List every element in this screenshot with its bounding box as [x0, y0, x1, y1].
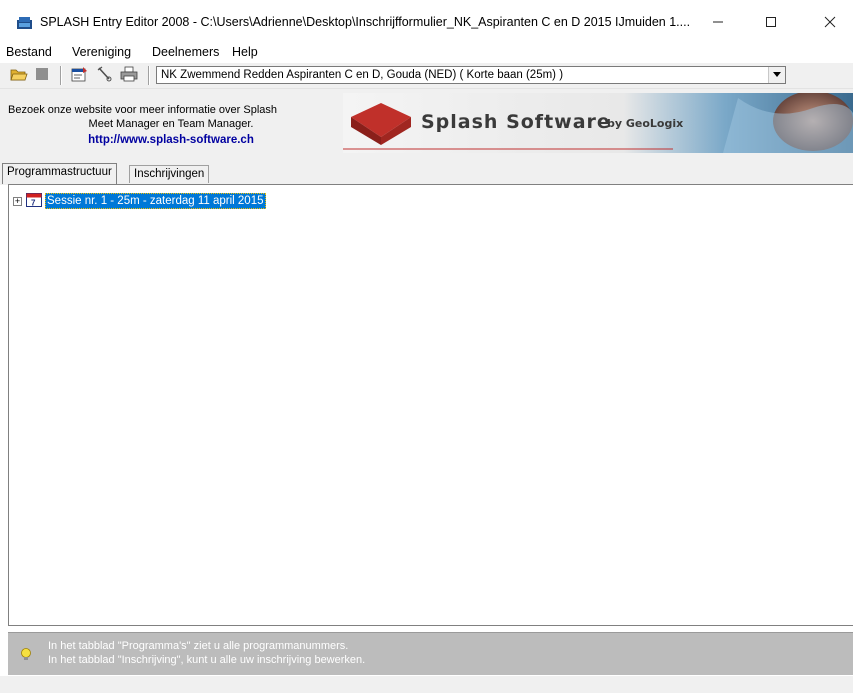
calendar-icon: 7: [26, 192, 42, 210]
tree-row-session[interactable]: + 7 Sessie nr. 1 - 25m - zaterdag 11 apr…: [13, 193, 266, 209]
tools-icon: [96, 66, 112, 85]
menu-deelnemers[interactable]: Deelnemers: [152, 45, 219, 59]
meet-select[interactable]: NK Zwemmend Redden Aspiranten C en D, Go…: [156, 66, 786, 84]
window-title: SPLASH Entry Editor 2008 - C:\Users\Adri…: [40, 15, 691, 29]
title-bar: SPLASH Entry Editor 2008 - C:\Users\Adri…: [0, 0, 853, 42]
svg-text:7: 7: [31, 199, 36, 208]
expand-icon[interactable]: +: [13, 196, 22, 206]
tab-programmastructuur[interactable]: Programmastructuur: [2, 163, 117, 184]
tab-inschrijvingen-label: Inschrijvingen: [134, 168, 205, 180]
promo-line-1: Bezoek onze website voor meer informatie…: [8, 104, 278, 116]
bottom-status-strip: [0, 676, 853, 693]
hint-line-1: In het tabblad "Programma's" ziet u alle…: [48, 640, 349, 652]
hint-line-2: In het tabblad "Inschrijving", kunt u al…: [48, 654, 366, 666]
minimize-icon: [712, 16, 724, 31]
website-link[interactable]: http://www.splash-software.ch: [6, 134, 336, 148]
open-folder-icon: [10, 67, 28, 84]
close-icon: [824, 16, 836, 31]
logo-title: Splash Software: [421, 111, 611, 133]
menu-bar: Bestand Vereniging Deelnemers Help: [0, 43, 853, 63]
menu-vereniging[interactable]: Vereniging: [72, 45, 131, 59]
lightbulb-icon: [20, 648, 32, 662]
maximize-icon: [765, 16, 777, 31]
properties-button[interactable]: [71, 67, 89, 84]
meet-select-dropdown[interactable]: [768, 67, 785, 83]
stop-icon: [35, 67, 49, 84]
logo-by: by GeoLogix: [607, 117, 684, 130]
chevron-down-icon: [773, 67, 781, 83]
splash-app-icon: [16, 16, 33, 30]
stop-button[interactable]: [33, 67, 51, 84]
menu-bestand[interactable]: Bestand: [6, 45, 52, 59]
hint-bar: In het tabblad "Programma's" ziet u alle…: [8, 632, 853, 675]
open-button[interactable]: [10, 67, 28, 84]
maximize-button[interactable]: [748, 8, 794, 38]
menu-help[interactable]: Help: [232, 45, 258, 59]
program-tree[interactable]: + 7 Sessie nr. 1 - 25m - zaterdag 11 apr…: [8, 184, 853, 626]
meet-select-value: NK Zwemmend Redden Aspiranten C en D, Go…: [161, 69, 564, 81]
session-label[interactable]: Sessie nr. 1 - 25m - zaterdag 11 april 2…: [45, 193, 266, 209]
tab-programmastructuur-label: Programmastructuur: [7, 166, 112, 178]
printer-icon: [120, 66, 138, 85]
properties-icon: [71, 66, 89, 85]
tab-inschrijvingen[interactable]: Inschrijvingen: [129, 165, 210, 183]
tab-strip: Programmastructuur Inschrijvingen: [0, 161, 853, 185]
promo-text: Bezoek onze website voor meer informatie…: [6, 104, 336, 148]
print-button[interactable]: [120, 66, 138, 85]
tools-button[interactable]: [95, 66, 113, 85]
minimize-button[interactable]: [695, 8, 741, 38]
promo-line-2: Meet Manager en Team Manager.: [88, 117, 254, 130]
splash-logo-banner[interactable]: Splash Software by GeoLogix: [343, 93, 853, 153]
close-button[interactable]: [807, 8, 853, 38]
toolbar: NK Zwemmend Redden Aspiranten C en D, Go…: [0, 63, 853, 89]
